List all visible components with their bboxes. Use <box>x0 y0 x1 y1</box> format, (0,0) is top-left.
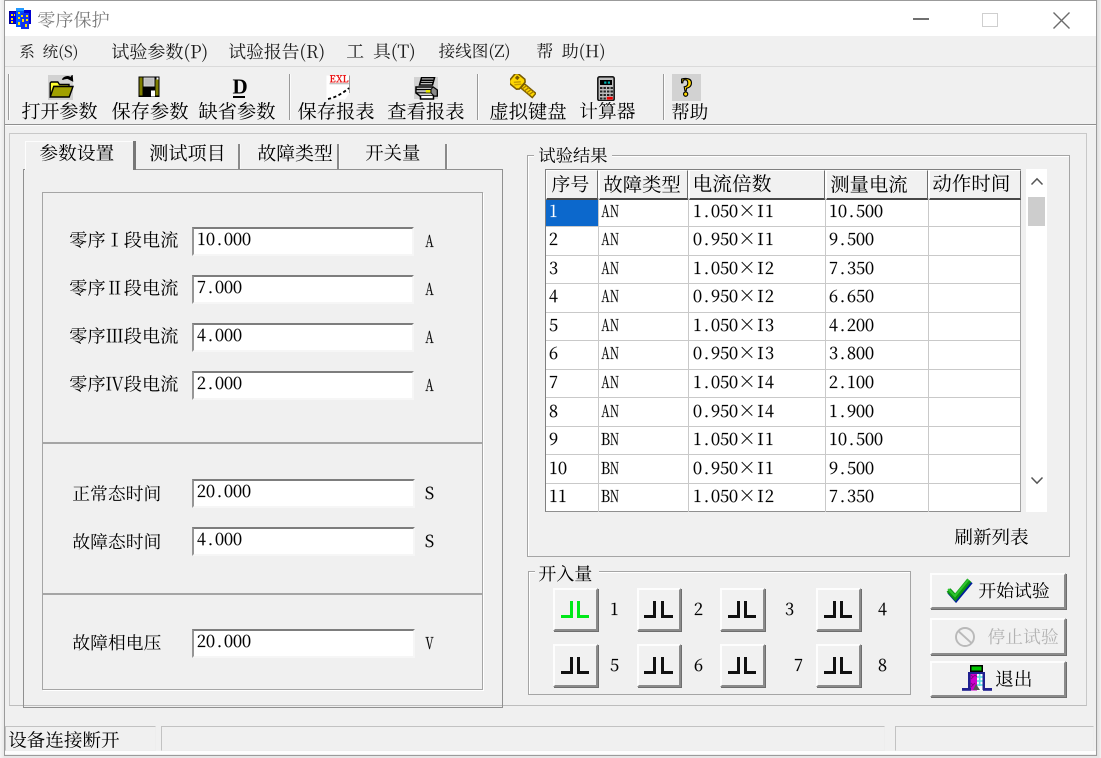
svg-text:?: ? <box>680 73 693 102</box>
